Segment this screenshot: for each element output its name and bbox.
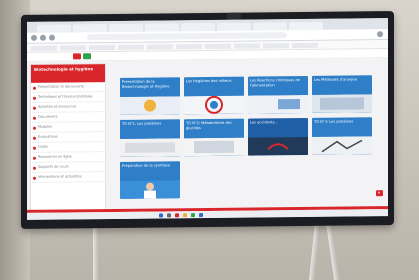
bookmark-item[interactable] xyxy=(147,44,173,50)
back-icon[interactable] xyxy=(31,34,37,41)
card-title: Les accidents... xyxy=(250,120,278,125)
interactive-display: Biotechnologie et hygiène Présentation e… xyxy=(21,11,394,229)
sidebar-item[interactable]: Informations et actualités xyxy=(31,172,105,183)
course-card[interactable]: TD N°3: Les protéines xyxy=(312,117,372,155)
card-illustration xyxy=(312,136,372,155)
card-illustration xyxy=(248,94,308,114)
card-title: Présentation de la Biotechnologie et Hyg… xyxy=(122,79,170,89)
bookmark-item[interactable] xyxy=(292,42,318,49)
search-icon[interactable] xyxy=(167,212,171,217)
card-title: Préparation de la synthèse xyxy=(122,163,171,168)
sidebar-header[interactable]: Biotechnologie et hygiène xyxy=(31,64,105,83)
forward-icon[interactable] xyxy=(40,34,46,41)
browser-icon[interactable] xyxy=(175,212,179,217)
course-card[interactable]: TD N°2: Métabolisme des glucides xyxy=(184,118,244,157)
card-illustration xyxy=(120,138,180,157)
reload-icon[interactable] xyxy=(49,34,55,41)
edit-button[interactable] xyxy=(83,53,91,60)
card-illustration xyxy=(120,96,180,115)
bookmark-item[interactable] xyxy=(263,43,289,49)
card-title: TD N°1: Les protéines xyxy=(122,121,162,126)
card-illustration xyxy=(184,95,244,115)
bookmark-item[interactable] xyxy=(176,44,202,50)
course-card[interactable]: Présentation de la Biotechnologie et Hyg… xyxy=(120,77,180,115)
folder-icon[interactable] xyxy=(183,212,187,217)
course-card[interactable]: Préparation de la synthèse xyxy=(120,161,180,199)
bookmark-item[interactable] xyxy=(234,43,260,49)
menu-icon[interactable] xyxy=(377,31,383,38)
start-icon[interactable] xyxy=(159,212,163,218)
course-card[interactable]: Les Hygiènes des milieux xyxy=(184,76,244,115)
card-illustration xyxy=(312,94,372,113)
address-bar[interactable] xyxy=(87,32,287,41)
stand-leg-right xyxy=(308,222,322,280)
card-title: Les Méthodes d'analyse xyxy=(314,77,358,82)
card-illustration xyxy=(120,180,180,199)
course-card-grid: Présentation de la Biotechnologie et Hyg… xyxy=(120,75,382,204)
stand-leg-right-back xyxy=(325,222,341,280)
card-title: Les Réactions chimiques de l'alimentatio… xyxy=(250,78,300,88)
card-title: Les Hygiènes des milieux xyxy=(186,78,232,84)
app-icon[interactable] xyxy=(199,212,203,217)
course-card[interactable]: TD N°1: Les protéines xyxy=(120,119,180,157)
course-sidebar: Biotechnologie et hygiène Présentation e… xyxy=(30,63,106,212)
photo-scene: Biotechnologie et hygiène Présentation e… xyxy=(0,0,419,280)
course-card[interactable]: Les accidents... xyxy=(248,117,308,156)
bookmark-item[interactable] xyxy=(60,45,86,51)
scroll-top-button[interactable] xyxy=(376,190,383,197)
card-illustration xyxy=(184,137,244,157)
stand-leg-left xyxy=(93,224,99,280)
card-title: TD N°2: Métabolisme des glucides xyxy=(186,120,232,130)
app-icon[interactable] xyxy=(191,212,195,217)
bookmark-item[interactable] xyxy=(118,44,144,50)
card-illustration xyxy=(248,136,308,156)
bookmark-item[interactable] xyxy=(31,45,57,51)
card-title: TD N°3: Les protéines xyxy=(314,119,354,124)
course-card[interactable]: Les Réactions chimiques de l'alimentatio… xyxy=(248,75,308,114)
bookmark-item[interactable] xyxy=(205,43,231,50)
bookmark-item[interactable] xyxy=(89,44,115,51)
course-card[interactable]: Les Méthodes d'analyse xyxy=(312,75,372,113)
home-button[interactable] xyxy=(73,53,81,60)
display-screen: Biotechnologie et hygiène Présentation e… xyxy=(27,18,388,220)
